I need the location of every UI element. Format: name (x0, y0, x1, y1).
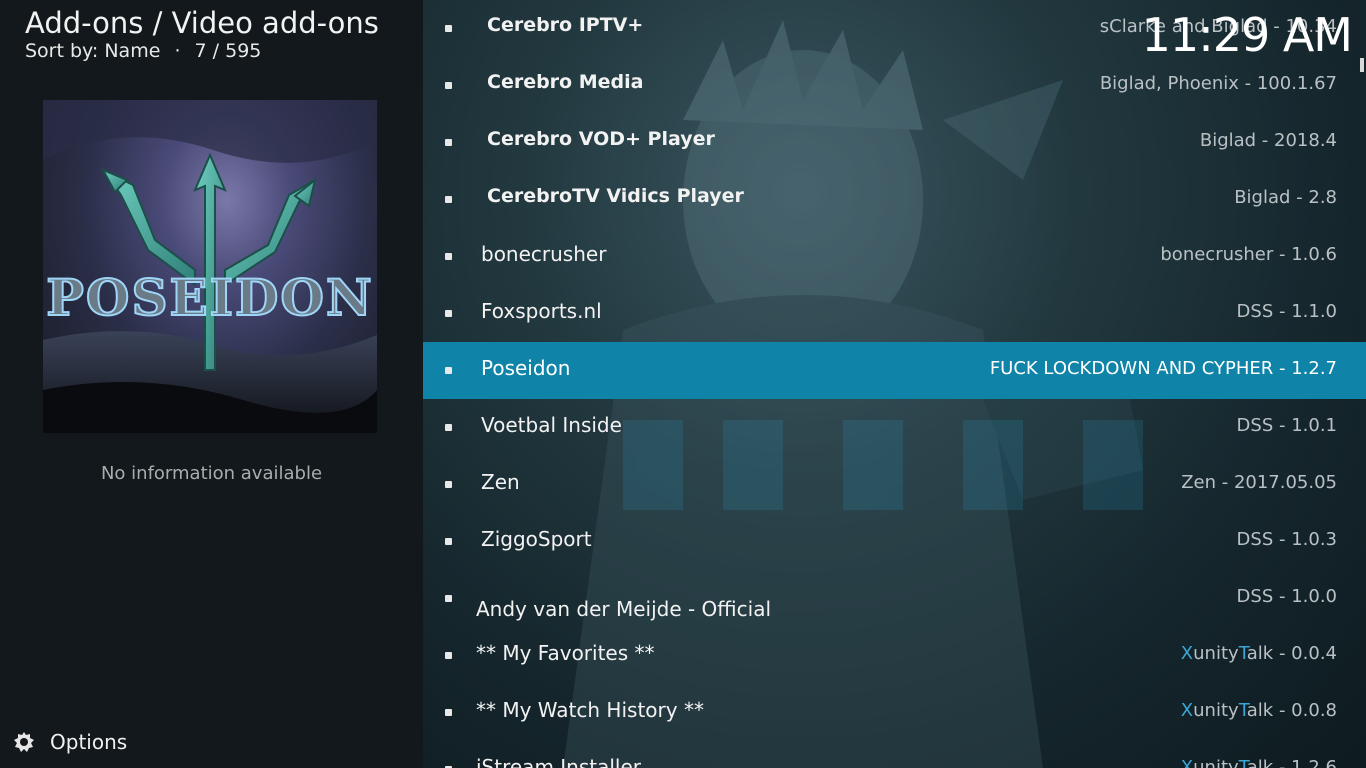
list-item[interactable]: ZiggoSport DSS - 1.0.3 (423, 513, 1366, 570)
list-item[interactable]: Foxsports.nl DSS - 1.1.0 (423, 285, 1366, 342)
addon-name: ZiggoSport (481, 527, 592, 551)
list-item[interactable]: iStream Installer XunityTalk - 1.2.6 (423, 741, 1366, 768)
addon-name: Cerebro IPTV+ (487, 14, 644, 36)
addon-name: Poseidon (481, 356, 571, 380)
bullet-icon (445, 25, 452, 32)
addon-name: iStream Installer (476, 755, 642, 768)
addon-name: CerebroTV Vidics Player (487, 185, 744, 207)
addon-author-version: FUCK LOCKDOWN AND CYPHER - 1.2.7 (989, 358, 1337, 379)
bullet-icon (445, 481, 452, 488)
bullet-icon (445, 139, 452, 146)
addon-name: Andy van der Meijde - Official (476, 597, 771, 621)
breadcrumb: Add-ons / Video add-ons (25, 6, 379, 40)
no-info-text: No information available (100, 463, 323, 484)
bullet-icon (445, 538, 452, 545)
list-item[interactable]: Andy van der Meijde - Official DSS - 1.0.… (423, 570, 1366, 627)
addon-author-version: DSS - 1.0.1 (1236, 415, 1337, 436)
addon-name: Zen (481, 470, 520, 494)
addon-author-version: DSS - 1.1.0 (1236, 301, 1337, 322)
addon-poster: POSEIDON (43, 100, 377, 433)
info-panel: Add-ons / Video add-ons Sort by: Name · … (0, 0, 423, 768)
list-item-selected[interactable]: Poseidon FUCK LOCKDOWN AND CYPHER - 1.2.7 (423, 342, 1366, 399)
list-item[interactable]: Cerebro Media Biglad, Phoenix - 100.1.67 (423, 57, 1366, 114)
sort-line[interactable]: Sort by: Name · 7 / 595 (25, 40, 261, 62)
options-gear-icon (14, 732, 34, 752)
addon-author-version: XunityTalk - 0.0.8 (1180, 700, 1337, 721)
bullet-icon (445, 82, 452, 89)
list-item[interactable]: bonecrusher bonecrusher - 1.0.6 (423, 228, 1366, 285)
addon-name: bonecrusher (481, 242, 607, 266)
list-item[interactable]: Zen Zen - 2017.05.05 (423, 456, 1366, 513)
addon-name: Voetbal Inside (481, 413, 622, 437)
list-item[interactable]: ** My Favorites ** XunityTalk - 0.0.4 (423, 627, 1366, 684)
list-item[interactable]: Cerebro VOD+ Player Biglad - 2018.4 (423, 114, 1366, 171)
scrollbar[interactable] (1360, 58, 1364, 72)
addon-author-version: XunityTalk - 1.2.6 (1180, 757, 1337, 768)
addon-author-version: Biglad, Phoenix - 100.1.67 (1099, 73, 1337, 94)
bullet-icon (445, 652, 452, 659)
sort-label: Sort by: Name (25, 40, 161, 62)
addon-author-version: XunityTalk - 0.0.4 (1180, 643, 1337, 664)
bullet-icon (445, 310, 452, 317)
addon-author-version: bonecrusher - 1.0.6 (1160, 244, 1337, 265)
item-position: 7 / 595 (194, 40, 262, 62)
bullet-icon (445, 595, 452, 602)
list-item[interactable]: Voetbal Inside DSS - 1.0.1 (423, 399, 1366, 456)
options-button[interactable]: Options (12, 728, 127, 756)
list-item[interactable]: CerebroTV Vidics Player Biglad - 2.8 (423, 171, 1366, 228)
bullet-icon (445, 196, 452, 203)
bullet-icon (445, 424, 452, 431)
addon-name: Cerebro Media (487, 71, 644, 93)
clock: 11:29 AM (1141, 8, 1353, 62)
poster-artwork: POSEIDON (43, 100, 377, 433)
addon-author-version: Biglad - 2018.4 (1199, 130, 1337, 151)
separator: · (174, 40, 181, 62)
addon-author-version: DSS - 1.0.3 (1236, 529, 1337, 550)
bullet-icon (445, 709, 452, 716)
addon-author-version: Biglad - 2.8 (1234, 187, 1337, 208)
options-label: Options (50, 730, 128, 754)
bullet-icon (445, 253, 452, 260)
addon-author-version: Zen - 2017.05.05 (1181, 472, 1337, 493)
addon-author-version: DSS - 1.0.0 (1236, 586, 1337, 607)
poster-title: POSEIDON (46, 268, 373, 327)
addon-name: Foxsports.nl (481, 299, 602, 323)
bullet-icon (445, 367, 452, 374)
addon-name: ** My Favorites ** (476, 641, 655, 665)
list-item[interactable]: ** My Watch History ** XunityTalk - 0.0.8 (423, 684, 1366, 741)
addon-name: ** My Watch History ** (476, 698, 704, 722)
addon-name: Cerebro VOD+ Player (487, 128, 715, 150)
addon-list-panel: Cerebro IPTV+ sClarke and Biglad - 10.34 C… (423, 0, 1366, 768)
